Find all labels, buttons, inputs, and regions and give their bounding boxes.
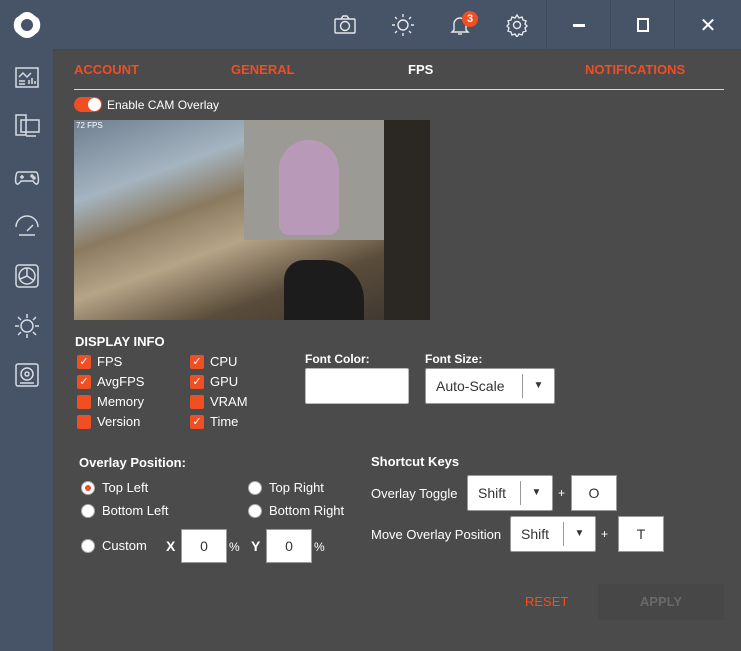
radio-top-right[interactable]: Top Right xyxy=(248,480,324,495)
x-unit: % xyxy=(229,540,240,554)
storage-icon[interactable] xyxy=(13,361,41,389)
brightness-icon[interactable] xyxy=(391,13,415,37)
move-overlay-key-input[interactable]: T xyxy=(618,516,664,552)
checkbox-box: ✓ xyxy=(77,354,91,369)
minimize-button[interactable] xyxy=(546,0,610,50)
fan-icon[interactable] xyxy=(13,262,41,290)
radio-label: Top Right xyxy=(269,480,324,495)
apply-button[interactable]: APPLY xyxy=(598,584,724,620)
font-size-value: Auto-Scale xyxy=(436,378,505,394)
tab-notifications[interactable]: NOTIFICATIONS xyxy=(585,62,685,77)
checkbox-label: GPU xyxy=(210,374,239,389)
plus-sign: + xyxy=(558,486,566,500)
checkbox-label: VRAM xyxy=(210,394,248,409)
chevron-down-icon: ▼ xyxy=(522,374,554,398)
checkbox-fps[interactable]: ✓ FPS xyxy=(77,354,122,369)
sidebar xyxy=(0,0,53,651)
gear-icon[interactable] xyxy=(505,13,529,37)
radio-custom[interactable]: Custom xyxy=(81,538,147,553)
y-unit: % xyxy=(314,540,325,554)
font-color-label: Font Color: xyxy=(305,352,370,366)
app-logo-icon xyxy=(13,12,41,38)
reset-button[interactable]: RESET xyxy=(525,594,568,609)
move-overlay-modifier-select[interactable]: Shift ▼ xyxy=(510,516,596,552)
camera-icon[interactable] xyxy=(333,13,357,37)
checkbox-box xyxy=(77,394,91,409)
overlay-toggle-label: Overlay Toggle xyxy=(371,486,458,501)
radio-top-left[interactable]: Top Left xyxy=(81,480,148,495)
close-icon: ✕ xyxy=(699,14,717,37)
overlay-toggle-key-input[interactable]: O xyxy=(571,475,617,511)
checkbox-label: Time xyxy=(210,414,239,429)
chevron-down-icon: ▼ xyxy=(520,481,552,505)
modifier-value: Shift xyxy=(478,485,507,501)
radio-label: Top Left xyxy=(102,480,149,495)
monitor-icon[interactable] xyxy=(13,112,41,140)
checkbox-box xyxy=(190,394,204,409)
tab-general[interactable]: GENERAL xyxy=(231,62,295,77)
checkbox-avgfps[interactable]: ✓ AvgFPS xyxy=(77,374,144,389)
checkbox-version[interactable]: Version xyxy=(77,414,140,429)
move-overlay-label: Move Overlay Position xyxy=(371,527,502,542)
minimize-icon xyxy=(572,23,585,27)
overlay-preview-image: 72 FPS xyxy=(74,120,430,320)
checkbox-label: Memory xyxy=(97,394,144,409)
checkbox-box: ✓ xyxy=(190,414,204,429)
checkbox-label: CPU xyxy=(210,354,238,369)
font-size-label: Font Size: xyxy=(425,352,483,366)
overlay-toggle-modifier-select[interactable]: Shift ▼ xyxy=(467,475,553,511)
gauge-icon[interactable] xyxy=(13,213,41,241)
radio-label: Bottom Right xyxy=(269,503,345,518)
checkbox-box xyxy=(77,414,91,429)
overlay-position-title: Overlay Position: xyxy=(79,455,186,470)
checkbox-gpu[interactable]: ✓ GPU xyxy=(190,374,238,389)
radio-label: Bottom Left xyxy=(102,503,169,518)
close-button[interactable]: ✕ xyxy=(674,0,741,50)
checkbox-time[interactable]: ✓ Time xyxy=(190,414,238,429)
modifier-value: Shift xyxy=(521,526,550,542)
tab-fps[interactable]: FPS xyxy=(408,62,433,77)
gamepad-icon[interactable] xyxy=(13,163,41,191)
checkbox-memory[interactable]: Memory xyxy=(77,394,144,409)
tab-divider xyxy=(74,89,724,90)
brightness-icon[interactable] xyxy=(13,312,41,340)
x-label: X xyxy=(166,538,176,554)
dashboard-icon[interactable] xyxy=(13,63,41,91)
tab-account[interactable]: ACCOUNT xyxy=(74,62,139,77)
radio-bottom-right[interactable]: Bottom Right xyxy=(248,503,344,518)
y-label: Y xyxy=(251,538,261,554)
checkbox-box: ✓ xyxy=(77,374,91,389)
checkbox-label: AvgFPS xyxy=(97,374,145,389)
x-input[interactable]: 0 xyxy=(181,529,227,563)
maximize-button[interactable] xyxy=(610,0,674,50)
display-info-title: DISPLAY INFO xyxy=(75,334,165,349)
checkbox-box: ✓ xyxy=(190,374,204,389)
enable-overlay-toggle[interactable] xyxy=(74,97,102,112)
enable-overlay-label: Enable CAM Overlay xyxy=(107,98,220,112)
radio-bottom-left[interactable]: Bottom Left xyxy=(81,503,168,518)
checkbox-cpu[interactable]: ✓ CPU xyxy=(190,354,237,369)
font-size-select[interactable]: Auto-Scale ▼ xyxy=(425,368,555,404)
checkbox-label: FPS xyxy=(97,354,123,369)
chevron-down-icon: ▼ xyxy=(563,522,595,546)
notification-badge: 3 xyxy=(462,11,478,27)
checkbox-label: Version xyxy=(97,414,141,429)
font-color-picker[interactable] xyxy=(305,368,409,404)
checkbox-box: ✓ xyxy=(190,354,204,369)
checkbox-vram[interactable]: VRAM xyxy=(190,394,248,409)
preview-fps-text: 72 FPS xyxy=(76,121,103,130)
plus-sign: + xyxy=(601,527,609,541)
radio-label: Custom xyxy=(102,538,147,553)
shortcut-keys-title: Shortcut Keys xyxy=(371,454,460,469)
maximize-icon xyxy=(636,18,649,32)
y-input[interactable]: 0 xyxy=(266,529,312,563)
